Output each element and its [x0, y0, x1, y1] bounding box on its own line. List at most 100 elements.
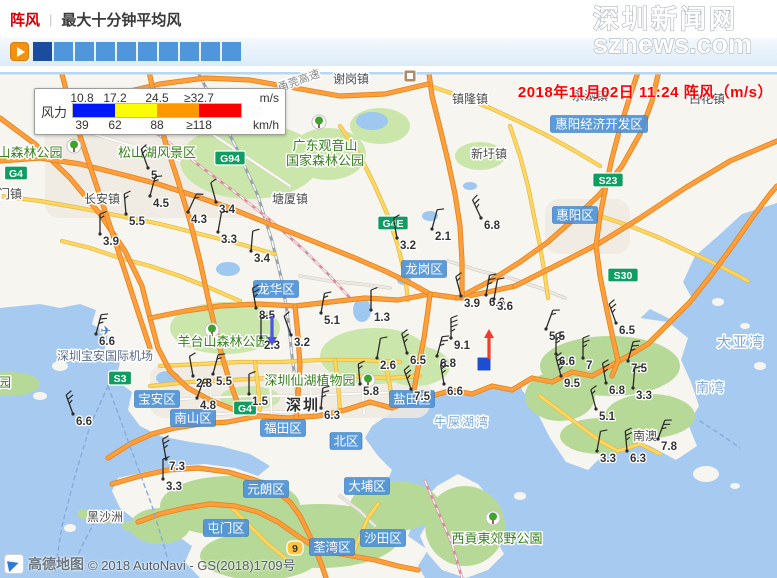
road-shield: G4E [378, 216, 409, 230]
station-dot [631, 386, 634, 389]
park-label: 公园 [0, 375, 11, 390]
play-button[interactable] [10, 42, 29, 61]
station-dot [626, 359, 629, 362]
district-badge: 龙岗区 [402, 261, 447, 278]
park-tree-icon [312, 115, 326, 129]
station-dot [369, 308, 372, 311]
district-badge-text: 惠阳经济开发区 [555, 117, 643, 132]
wind-speed-legend: 风力 10.817.224.5≥32.7m/s 396288≥118km/h [34, 88, 286, 135]
wind-value: 6.6 [76, 416, 92, 428]
station-dot [124, 212, 127, 215]
station-dot [595, 449, 598, 452]
legend-kmh-value: 88 [150, 118, 163, 132]
park-label: 深圳仙湖植物园 [264, 373, 355, 388]
map-attribution: 高德地图 © 2018 AutoNavi - GS(2018)1709号 [4, 554, 296, 574]
wind-barb-station: 6.6 [65, 391, 92, 428]
tree-icon-canopy [70, 141, 78, 149]
frame-square-1[interactable] [33, 42, 52, 61]
frame-square-2[interactable] [54, 42, 73, 61]
map-copyright: © 2018 AutoNavi - GS(2018)1709号 [88, 555, 296, 574]
legend-kmh-value: 62 [108, 118, 121, 132]
wind-value: 6.6 [447, 386, 463, 398]
station-dot [247, 392, 250, 395]
district-badge: 惠阳区 [553, 207, 598, 224]
tree-icon-canopy [364, 375, 372, 383]
wind-barb [162, 436, 172, 459]
station-dot [289, 333, 292, 336]
wind-value: 7.5 [414, 391, 431, 403]
district-badge: 龙华区 [254, 281, 299, 298]
wind-map[interactable]: 山森林公园松山湖风景区广东观音山国家森林公园羊台山森林公园深圳仙湖植物园西貢東郊… [0, 66, 777, 578]
wind-value: 1.5 [252, 396, 269, 408]
shield-text: S23 [599, 175, 618, 187]
wind-value: 1.3 [374, 312, 390, 324]
park-area [425, 486, 505, 566]
shield-text: S30 [614, 270, 633, 282]
station-dot [358, 382, 361, 385]
island [33, 392, 47, 400]
frame-square-8[interactable] [180, 42, 199, 61]
poi-icon-glyph [407, 73, 413, 79]
district-badge-text: 屯门区 [207, 521, 245, 536]
barb-tick [65, 391, 72, 396]
island [64, 524, 76, 532]
wind-value: 7 [586, 360, 592, 372]
station-dot [375, 356, 378, 359]
wind-value: 9.1 [454, 340, 471, 352]
station-dot [148, 194, 151, 197]
poi-icon [404, 70, 416, 82]
frame-square-4[interactable] [96, 42, 115, 61]
frame-square-6[interactable] [138, 42, 157, 61]
wind-value: 4.8 [200, 400, 217, 412]
station-dot [459, 294, 462, 297]
station-dot [249, 249, 252, 252]
station-dot [484, 293, 487, 296]
town-label: 镇隆镇 [452, 91, 488, 106]
wind-value: 6.6 [99, 336, 115, 348]
park-tree-icon [361, 373, 375, 387]
station-dot [604, 381, 607, 384]
wind-value: 3.2 [400, 240, 416, 252]
district-badge: 荃湾区 [310, 539, 355, 556]
district-badge-text: 龙岗区 [405, 263, 443, 277]
legend-kmh-value: ≥118 [186, 118, 212, 132]
frame-square-10[interactable] [222, 42, 241, 61]
district-badge-text: 北区 [333, 435, 358, 449]
park-label: 国家森林公园 [286, 153, 364, 168]
district-badge-text: 宝安区 [138, 392, 176, 407]
road-shield: S3 [109, 371, 132, 385]
legend-scale: 10.817.224.5≥32.7m/s 396288≥118km/h [73, 91, 279, 131]
water-label: 南湾 [696, 380, 726, 395]
district-badge: 南山区 [171, 410, 216, 427]
wind-value: 5.5 [549, 331, 566, 343]
station-dot [195, 396, 198, 399]
tree-icon-trunk [318, 124, 320, 128]
station-dot [625, 449, 628, 452]
station-dot [94, 332, 97, 335]
station-dot [395, 236, 398, 239]
station-dot [559, 374, 562, 377]
shield-text: S3 [114, 373, 127, 385]
airport-label: 深圳宝安国际机场 [57, 348, 153, 363]
wind-value: 5.5 [216, 376, 233, 388]
island [754, 362, 766, 370]
legend-ms-value: ≥32.7 [184, 91, 214, 105]
district-badge-text: 南山区 [174, 411, 212, 426]
wind-value: 5.1 [324, 315, 341, 327]
header-divider: | [49, 12, 52, 27]
town-label: 新圩镇 [471, 146, 507, 161]
station-dot [71, 412, 74, 415]
frame-square-9[interactable] [201, 42, 220, 61]
wind-value: 3.9 [464, 298, 480, 310]
frame-square-7[interactable] [159, 42, 178, 61]
map-top-separator [0, 72, 777, 75]
road-shield: S30 [608, 268, 639, 282]
wind-value: 5.8 [363, 386, 380, 398]
frame-square-5[interactable] [117, 42, 136, 61]
frame-square-3[interactable] [75, 42, 94, 61]
island [693, 466, 719, 482]
page-subtitle: 最大十分钟平均风 [61, 9, 181, 30]
wind-value: 4.3 [191, 214, 207, 226]
legend-kmh-unit: km/h [253, 118, 279, 132]
park-label: 松山湖风景区 [118, 145, 196, 160]
